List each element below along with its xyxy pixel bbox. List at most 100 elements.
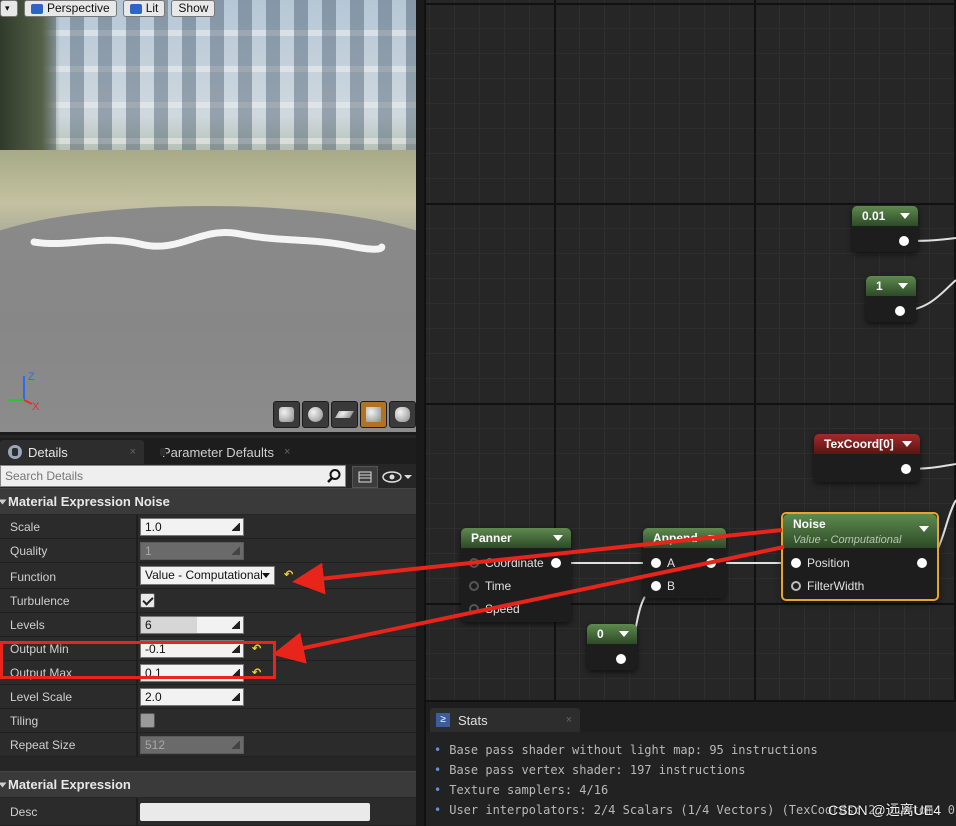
property-row-function: Function Value - Computational ↶	[0, 563, 416, 589]
tab-stats[interactable]: ≥ Stats ×	[430, 708, 580, 732]
lit-button[interactable]: Lit	[122, 0, 166, 17]
node-header: Noise Value - Computational	[783, 514, 937, 548]
output-pin[interactable]	[895, 306, 905, 316]
collapse-arrow-icon[interactable]	[898, 283, 908, 289]
input-pin[interactable]	[469, 581, 479, 591]
node-header: TexCoord[0]	[814, 434, 920, 454]
cylinder-preview-button[interactable]	[273, 401, 300, 428]
turbulence-checkbox[interactable]	[140, 593, 155, 608]
search-details-input[interactable]	[0, 465, 346, 487]
node-append[interactable]: Append A B	[643, 528, 726, 598]
material-preview-viewport[interactable]: ▾ Perspective Lit Show Z X	[0, 0, 416, 432]
output-pin[interactable]	[706, 558, 716, 568]
output-pin[interactable]	[616, 654, 626, 664]
stats-tab-bar: ≥ Stats ×	[426, 702, 956, 732]
preview-noise-stroke	[30, 229, 386, 253]
input-pin[interactable]	[469, 558, 479, 568]
input-pin[interactable]	[791, 581, 801, 591]
plane-preview-button[interactable]	[331, 401, 358, 428]
levels-slider-input[interactable]: 6	[140, 616, 244, 634]
node-header: 0.01	[852, 206, 918, 226]
output-pin[interactable]	[917, 558, 927, 568]
collapse-arrow-icon[interactable]	[619, 631, 629, 637]
details-tab-bar: Details × Parameter Defaults ×	[0, 438, 416, 464]
chevron-down-icon: ▾	[5, 3, 10, 13]
tiling-checkbox[interactable]	[140, 713, 155, 728]
close-icon[interactable]: ×	[130, 446, 136, 458]
property-row-repeat-size: Repeat Size 512	[0, 733, 416, 757]
input-pin[interactable]	[791, 558, 801, 568]
section-spacer	[0, 757, 416, 771]
node-texcoord[interactable]: TexCoord[0]	[814, 434, 920, 482]
property-row-quality: Quality 1	[0, 539, 416, 563]
node-constant-001[interactable]: 0.01	[852, 206, 918, 252]
input-pin[interactable]	[651, 581, 661, 591]
repeat-size-input: 512	[140, 736, 244, 754]
level-scale-input[interactable]: 2.0	[140, 688, 244, 706]
node-header: Panner	[461, 528, 571, 548]
input-pin[interactable]	[651, 558, 661, 568]
property-row-desc: Desc	[0, 798, 416, 826]
property-row-level-scale: Level Scale 2.0	[0, 685, 416, 709]
stats-line: • Texture samplers: 4/16	[434, 783, 609, 797]
search-icon[interactable]	[326, 468, 342, 484]
watermark: CSDN @远离UE4	[828, 802, 942, 818]
output-pin[interactable]	[901, 464, 911, 474]
grid-icon	[358, 471, 372, 483]
svg-text:X: X	[32, 401, 40, 413]
collapse-arrow-icon[interactable]	[902, 441, 912, 447]
collapse-arrow-icon[interactable]	[553, 535, 563, 541]
preview-shape-buttons	[273, 401, 416, 428]
reset-to-default-icon[interactable]: ↶	[284, 568, 293, 581]
visibility-filter-button[interactable]	[380, 466, 414, 488]
teapot-icon	[395, 407, 410, 422]
stats-line: • Base pass shader without light map: 95 …	[434, 743, 818, 757]
teapot-preview-button[interactable]	[389, 401, 416, 428]
sphere-icon	[308, 407, 323, 422]
section-material-expression[interactable]: Material Expression	[0, 771, 416, 797]
quality-input: 1	[140, 542, 244, 560]
annotation-highlight-box	[0, 641, 276, 679]
node-constant-1[interactable]: 1	[866, 276, 916, 322]
input-pin[interactable]	[469, 604, 479, 614]
cylinder-icon	[279, 407, 294, 422]
tab-parameter-defaults[interactable]: Parameter Defaults ×	[148, 440, 294, 464]
section-material-expression-noise[interactable]: Material Expression Noise	[0, 488, 416, 514]
scale-input[interactable]: 1.0	[140, 518, 244, 536]
desc-input[interactable]	[140, 803, 370, 821]
property-row-levels: Levels 6	[0, 613, 416, 637]
node-noise[interactable]: Noise Value - Computational Position Fil…	[781, 512, 939, 601]
axis-gizmo-icon: Z X	[8, 371, 40, 413]
function-dropdown[interactable]: Value - Computational	[140, 566, 275, 585]
perspective-button[interactable]: Perspective	[24, 0, 117, 17]
view-options-grid-button[interactable]	[352, 466, 378, 488]
node-header: 0	[587, 624, 637, 644]
stats-icon: ≥	[436, 713, 450, 727]
node-constant-0[interactable]: 0	[587, 624, 637, 670]
viewport-toolbar: ▾ Perspective Lit Show	[0, 0, 216, 18]
node-header: 1	[866, 276, 916, 296]
property-row-scale: Scale 1.0	[0, 515, 416, 539]
plane-icon	[334, 411, 355, 418]
output-pin[interactable]	[899, 236, 909, 246]
stats-line: • Base pass vertex shader: 197 instructio…	[434, 763, 746, 777]
show-button[interactable]: Show	[171, 0, 216, 17]
eye-icon	[382, 471, 412, 483]
cube-preview-button[interactable]	[360, 401, 387, 428]
details-icon	[8, 445, 22, 459]
output-pin[interactable]	[551, 558, 561, 568]
sphere-preview-button[interactable]	[302, 401, 329, 428]
lit-icon	[129, 3, 142, 14]
node-header: Append	[643, 528, 726, 548]
collapse-arrow-icon[interactable]	[708, 535, 718, 541]
svg-text:Z: Z	[28, 371, 35, 383]
tab-details[interactable]: Details ×	[0, 440, 144, 464]
close-icon[interactable]: ×	[284, 446, 290, 458]
collapse-arrow-icon[interactable]	[900, 213, 910, 219]
close-icon[interactable]: ×	[566, 714, 572, 726]
camera-icon	[31, 3, 43, 14]
node-panner[interactable]: Panner Coordinate Time Speed	[461, 528, 571, 622]
property-row-turbulence: Turbulence	[0, 589, 416, 613]
viewport-menu-button[interactable]: ▾	[0, 0, 18, 17]
collapse-arrow-icon[interactable]	[919, 526, 929, 532]
